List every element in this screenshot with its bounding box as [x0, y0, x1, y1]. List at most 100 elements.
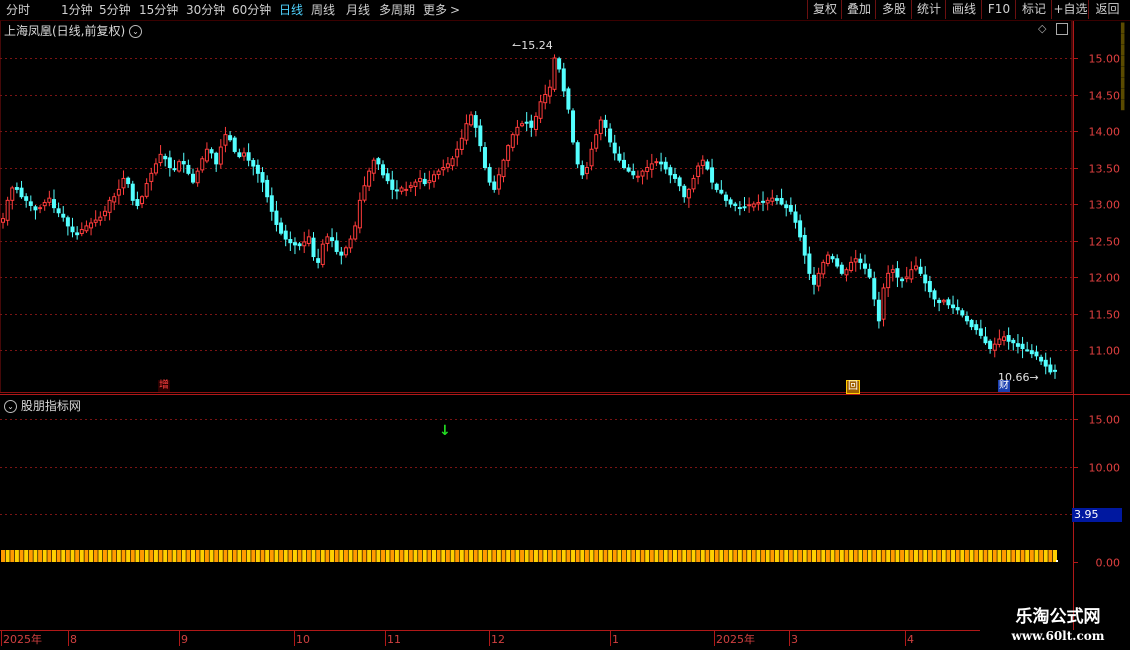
- candle-body: [1006, 335, 1011, 342]
- toolbar-button-0[interactable]: 复权: [807, 0, 842, 19]
- indicator-bar: [1048, 550, 1053, 562]
- indicator-bar: [325, 550, 330, 562]
- candle-body: [876, 299, 881, 322]
- toolbar-button-4[interactable]: 画线: [945, 0, 982, 19]
- indicator-bar: [334, 550, 339, 562]
- indicator-bar: [1006, 550, 1011, 562]
- indicator-name: 股朋指标网: [20, 399, 81, 413]
- indicator-signal-arrow-icon: ↓: [439, 423, 451, 439]
- candle-body: [751, 203, 756, 208]
- indicator-bar: [330, 550, 335, 562]
- candle-body: [10, 187, 15, 201]
- candle-body: [501, 159, 506, 178]
- indicator-bar: [659, 550, 664, 562]
- time-axis-label: 9: [181, 633, 188, 646]
- toolbar-button-3[interactable]: 统计: [911, 0, 946, 19]
- candle-body: [102, 210, 107, 217]
- marker-cai[interactable]: 财: [998, 380, 1010, 392]
- marker-hui[interactable]: 回: [846, 380, 860, 394]
- tab-period-5[interactable]: 60分钟: [232, 1, 271, 19]
- kline-chart[interactable]: 11.00 11.50 12.00 12.50 13.00 13.50 14.00 14.50…: [0, 0, 1130, 650]
- indicator-bar: [983, 550, 988, 562]
- indicator-bar: [204, 550, 209, 562]
- indicator-bar: [812, 550, 817, 562]
- indicator-bar: [70, 550, 75, 562]
- candle-body: [1039, 356, 1044, 362]
- candle-body: [455, 148, 460, 158]
- candle-body: [835, 258, 840, 267]
- marker-zeng[interactable]: 增: [158, 380, 170, 392]
- candle-body: [116, 188, 121, 196]
- indicator-bar: [793, 550, 798, 562]
- toolbar-button-1[interactable]: 叠加: [841, 0, 876, 19]
- indicator-bar: [992, 550, 997, 562]
- toolbar-button-2[interactable]: 多股: [875, 0, 912, 19]
- indicator-bar: [705, 550, 710, 562]
- indicator-bar: [816, 550, 821, 562]
- tab-period-7[interactable]: 周线: [311, 1, 335, 19]
- indicator-bar: [445, 550, 450, 562]
- toolbar-button-8[interactable]: 返回: [1088, 0, 1126, 19]
- indicator-bar: [223, 550, 228, 562]
- high-arrow-icon: ↼: [512, 39, 522, 52]
- indicator-bar: [464, 550, 469, 562]
- toolbar-button-5[interactable]: F10: [981, 0, 1016, 19]
- indicator-bar: [51, 550, 56, 562]
- candle-body: [167, 157, 172, 169]
- candle-body: [849, 261, 854, 271]
- tab-period-8[interactable]: 月线: [346, 1, 370, 19]
- title-dropdown-icon[interactable]: ⌄: [129, 25, 143, 38]
- candle-body: [733, 203, 738, 206]
- indicator-bar: [937, 550, 942, 562]
- indicator-bar: [163, 550, 168, 562]
- candle-body: [900, 278, 905, 282]
- time-axis-label: 8: [70, 633, 77, 646]
- candle-body: [274, 210, 279, 225]
- indicator-bar: [367, 550, 372, 562]
- toolbar-button-6[interactable]: 标记: [1015, 0, 1052, 19]
- tab-period-3[interactable]: 15分钟: [139, 1, 178, 19]
- indicator-bar: [631, 550, 636, 562]
- candle-body: [886, 272, 891, 289]
- candle-body: [571, 110, 576, 143]
- candle-body: [260, 172, 265, 183]
- indicator-bar: [802, 550, 807, 562]
- tab-period-9[interactable]: 多周期: [379, 1, 415, 19]
- indicator-bar: [988, 550, 993, 562]
- candle-body: [51, 199, 56, 209]
- panel-diamond-icon[interactable]: ◇: [1038, 22, 1046, 35]
- indicator-bar: [200, 550, 205, 562]
- candle-body: [362, 185, 367, 201]
- tab-period-10[interactable]: 更多: [423, 1, 447, 19]
- tab-period-6[interactable]: 日线: [279, 1, 303, 19]
- indicator-bar: [612, 550, 617, 562]
- candle-body: [844, 269, 849, 276]
- price-tick-label: 12.50: [1089, 236, 1121, 249]
- indicator-bar: [617, 550, 622, 562]
- candle-body: [223, 134, 228, 146]
- candle-body: [853, 258, 858, 263]
- tab-period-4[interactable]: 30分钟: [186, 1, 225, 19]
- indicator-bar: [849, 550, 854, 562]
- tab-intraday[interactable]: 分时: [6, 1, 30, 19]
- time-axis-label: 2025年: [3, 632, 42, 646]
- indicator-bar: [626, 550, 631, 562]
- period-high-label: ↼15.24: [512, 39, 553, 52]
- toolbar-button-7[interactable]: +自选: [1051, 0, 1089, 19]
- tab-period-1[interactable]: 1分钟: [61, 1, 93, 19]
- indicator-bar: [436, 550, 441, 562]
- candle-body: [343, 247, 348, 256]
- tab-period-2[interactable]: 5分钟: [99, 1, 131, 19]
- candle-body: [251, 160, 256, 167]
- indicator-bar: [737, 550, 742, 562]
- indicator-dropdown-icon[interactable]: ⌄: [4, 400, 17, 413]
- candle-body: [700, 159, 705, 166]
- indicator-bar: [116, 550, 121, 562]
- candle-body: [663, 161, 668, 170]
- indicator-bar: [788, 550, 793, 562]
- indicator-bar: [126, 550, 131, 562]
- candle-body: [14, 187, 19, 190]
- panel-maximize-icon[interactable]: [1056, 23, 1068, 35]
- more-chevron-icon[interactable]: >: [450, 1, 460, 19]
- candle-body: [964, 315, 969, 322]
